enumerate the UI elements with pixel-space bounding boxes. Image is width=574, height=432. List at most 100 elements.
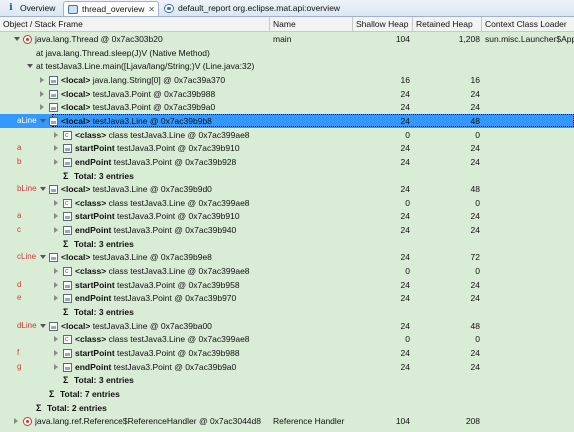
row-label-bold: Total: 3 entries xyxy=(74,170,134,181)
tree-row[interactable]: Σ Total: 3 entries xyxy=(0,305,574,319)
column-header-context-class-loader[interactable]: Context Class Loader xyxy=(482,17,574,31)
row-label: <local> testJava3.Line @ 0x7ac39ba00 xyxy=(61,319,212,333)
close-icon[interactable]: ✕ xyxy=(148,2,155,17)
row-label: endPoint testJava3.Point @ 0x7ac39b9a0 xyxy=(75,360,236,374)
collapse-arrow-icon[interactable] xyxy=(54,213,58,220)
collapse-arrow-icon[interactable] xyxy=(54,336,58,343)
row-marker: a xyxy=(17,211,22,221)
tree-row[interactable]: cLine <local> testJava3.Line @ 0x7ac39b9e… xyxy=(0,250,574,264)
tree-row[interactable]: Σ Total: 3 entries xyxy=(0,237,574,251)
expand-arrow-icon[interactable] xyxy=(40,118,46,123)
class-icon xyxy=(63,197,72,211)
object-icon xyxy=(63,280,72,290)
collapse-arrow-icon[interactable] xyxy=(54,349,58,356)
tree-row[interactable]: Σ Total: 2 entries xyxy=(0,401,574,415)
thread-icon xyxy=(23,35,32,44)
tree-row[interactable]: <local> testJava3.Point @ 0x7ac39b9a0 24 2… xyxy=(0,100,574,114)
tree-row[interactable]: <local> testJava3.Point @ 0x7ac39b988 24 2… xyxy=(0,87,574,101)
tree-row[interactable]: java.lang.Thread @ 0x7ac303b20 main 104 1,2… xyxy=(0,32,574,46)
shallow-heap-cell: 0 xyxy=(405,266,410,277)
collapse-arrow-icon[interactable] xyxy=(14,418,18,425)
tree-row[interactable]: <class> class testJava3.Line @ 0x7ac399a… xyxy=(0,264,574,279)
editor-tab-bar: i Overview thread_overview ✕ default_rep… xyxy=(0,0,574,17)
collapse-arrow-icon[interactable] xyxy=(54,158,58,165)
tree-row[interactable]: <local> java.lang.String[0] @ 0x7ac39a37… xyxy=(0,73,574,87)
tree-row[interactable]: Σ Total: 3 entries xyxy=(0,373,574,387)
row-marker: c xyxy=(17,225,21,235)
collapse-arrow-icon[interactable] xyxy=(54,295,58,302)
expand-arrow-icon[interactable] xyxy=(40,187,46,192)
tree-row[interactable]: <class> class testJava3.Line @ 0x7ac399a… xyxy=(0,196,574,211)
object-icon xyxy=(63,348,72,358)
shallow-heap-cell: 24 xyxy=(400,347,410,358)
tree-row[interactable]: dLine <local> testJava3.Line @ 0x7ac39ba0… xyxy=(0,319,574,333)
sum-icon: Σ xyxy=(63,307,69,317)
tree-row[interactable]: bLine <local> testJava3.Line @ 0x7ac39b9d… xyxy=(0,182,574,196)
tree-row[interactable]: Σ Total: 7 entries xyxy=(0,387,574,401)
column-header-object[interactable]: Object / Stack Frame xyxy=(0,17,270,31)
tree-row[interactable]: g endPoint testJava3.Point @ 0x7ac39b9a0 2… xyxy=(0,360,574,374)
row-label-bold: <local> xyxy=(61,252,91,263)
retained-heap-cell: 1,208 xyxy=(458,34,480,44)
tree-row[interactable]: <class> class testJava3.Line @ 0x7ac399a… xyxy=(0,128,574,143)
collapse-arrow-icon[interactable] xyxy=(54,281,58,288)
collapse-arrow-icon[interactable] xyxy=(40,90,44,97)
row-label-text: class testJava3.Line @ 0x7ac399ae8 xyxy=(108,197,250,208)
column-header-shallow-heap[interactable]: Shallow Heap xyxy=(353,17,413,31)
tree-row[interactable]: c endPoint testJava3.Point @ 0x7ac39b940 2… xyxy=(0,223,574,237)
row-marker: d xyxy=(17,279,22,289)
expand-arrow-icon[interactable] xyxy=(40,323,46,328)
row-label: <local> testJava3.Line @ 0x7ac39b9d0 xyxy=(61,182,212,196)
column-header-retained-heap[interactable]: Retained Heap xyxy=(413,17,482,31)
row-label-text: testJava3.Point @ 0x7ac39b910 xyxy=(117,211,240,222)
object-icon xyxy=(49,253,58,263)
expand-arrow-icon[interactable] xyxy=(40,255,46,260)
row-label-bold: <local> xyxy=(61,88,91,99)
collapse-arrow-icon[interactable] xyxy=(40,76,44,83)
tree-row[interactable]: at java.lang.Thread.sleep(J)V (Native Me… xyxy=(0,46,574,60)
row-label: <class> class testJava3.Line @ 0x7ac399a… xyxy=(75,264,250,278)
expand-arrow-icon[interactable] xyxy=(27,64,33,69)
row-label: startPoint testJava3.Point @ 0x7ac39b910 xyxy=(75,141,240,155)
collapse-arrow-icon[interactable] xyxy=(54,199,58,206)
tree-row[interactable]: <class> class testJava3.Line @ 0x7ac399a… xyxy=(0,332,574,347)
tree-row[interactable]: b endPoint testJava3.Point @ 0x7ac39b928 2… xyxy=(0,155,574,169)
row-marker: e xyxy=(17,293,22,303)
tab-overview[interactable]: i Overview xyxy=(2,1,62,16)
collapse-arrow-icon[interactable] xyxy=(54,145,58,152)
tab-default-report[interactable]: default_report org.eclipse.mat.api:overv… xyxy=(160,1,355,16)
expand-arrow-icon[interactable] xyxy=(14,37,20,41)
sum-icon: Σ xyxy=(63,238,69,249)
tree-row[interactable]: f startPoint testJava3.Point @ 0x7ac39b98… xyxy=(0,346,574,360)
retained-heap-cell: 24 xyxy=(470,347,480,358)
tree-row[interactable]: aLine <local> testJava3.Line @ 0x7ac39b9b… xyxy=(0,113,574,128)
tree-row[interactable]: e endPoint testJava3.Point @ 0x7ac39b970 2… xyxy=(0,291,574,305)
shallow-heap-cell: 0 xyxy=(405,334,410,345)
retained-heap-cell: 16 xyxy=(470,74,480,85)
collapse-arrow-icon[interactable] xyxy=(54,131,58,138)
row-label-text: testJava3.Point @ 0x7ac39b9a0 xyxy=(92,102,216,113)
tree-row[interactable]: Σ Total: 3 entries xyxy=(0,169,574,183)
column-header-name[interactable]: Name xyxy=(270,17,353,31)
tab-thread-overview[interactable]: thread_overview ✕ xyxy=(63,1,159,16)
shallow-heap-cell: 24 xyxy=(400,88,410,99)
thread-icon xyxy=(23,417,32,427)
collapse-arrow-icon[interactable] xyxy=(54,363,58,370)
tree-row[interactable]: a startPoint testJava3.Point @ 0x7ac39b91… xyxy=(0,141,574,155)
tree-row[interactable]: java.lang.ref.Reference$ReferenceHandler… xyxy=(0,414,574,428)
retained-heap-cell: 24 xyxy=(470,293,480,304)
row-label-bold: <local> xyxy=(61,320,91,331)
row-label-bold: Total: 3 entries xyxy=(74,238,134,249)
tree-row[interactable]: d startPoint testJava3.Point @ 0x7ac39b95… xyxy=(0,278,574,292)
collapse-arrow-icon[interactable] xyxy=(54,268,58,275)
tree-row[interactable]: a startPoint testJava3.Point @ 0x7ac39b91… xyxy=(0,209,574,223)
row-label-text: java.lang.Thread @ 0x7ac303b20 xyxy=(35,34,163,44)
collapse-arrow-icon[interactable] xyxy=(40,104,44,111)
report-icon xyxy=(164,4,174,13)
tree-row[interactable]: at testJava3.Line.main([Ljava/lang/Strin… xyxy=(0,59,574,73)
row-label: Total: 2 entries xyxy=(47,401,107,415)
collapse-arrow-icon[interactable] xyxy=(54,227,58,234)
row-label-bold: startPoint xyxy=(75,279,115,290)
sum-icon: Σ xyxy=(63,375,69,386)
row-label-text: testJava3.Point @ 0x7ac39b958 xyxy=(117,279,240,290)
